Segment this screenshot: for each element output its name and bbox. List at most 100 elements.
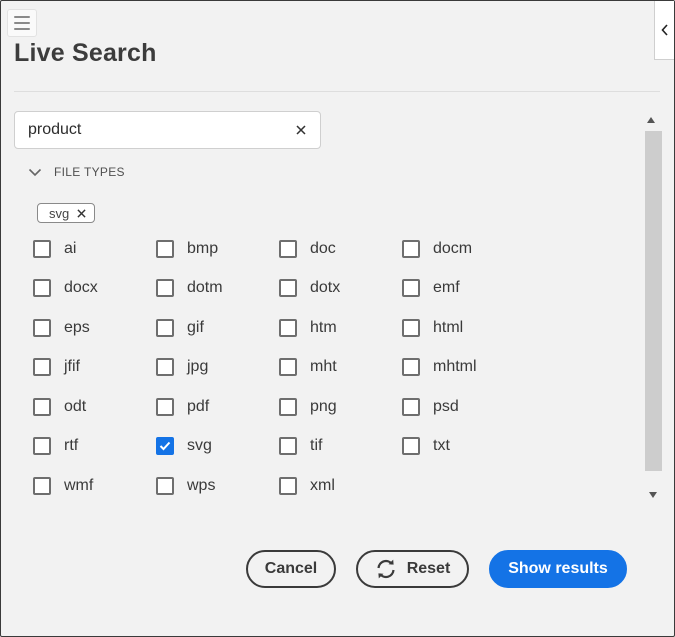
checkbox[interactable] [402,318,420,337]
file-type-option[interactable]: rtf [33,427,156,467]
show-results-button[interactable]: Show results [489,550,627,588]
page-title: Live Search [14,39,157,67]
file-type-label: odt [64,397,87,415]
scroll-down-arrow-icon[interactable] [649,492,657,498]
checkbox[interactable] [33,358,51,377]
file-type-label: jpg [187,358,209,376]
file-type-label: png [310,397,337,415]
file-type-grid: ai bmp doc docm docx dotm dotx emf eps gif htm html… [33,229,525,506]
checkbox[interactable] [33,476,51,495]
file-type-option[interactable]: svg [156,427,279,467]
reset-label: Reset [406,560,451,577]
file-type-option[interactable]: emf [402,269,525,309]
file-type-label: docx [64,279,98,297]
file-type-label: gif [187,318,204,336]
file-type-label: emf [433,279,460,297]
file-type-label: html [433,318,464,336]
file-type-label: svg [187,437,212,455]
chip-remove-icon[interactable] [77,208,86,218]
file-type-label: dotx [310,279,341,297]
file-type-option[interactable]: odt [33,387,156,427]
file-type-option[interactable]: psd [402,387,525,427]
checkbox[interactable] [279,397,297,416]
cancel-button[interactable]: Cancel [246,550,336,588]
file-type-option[interactable]: pdf [156,387,279,427]
file-type-option[interactable]: txt [402,427,525,467]
file-type-option[interactable]: wps [156,466,279,506]
selected-filter-chip: svg [37,203,96,223]
file-types-label: FILE TYPES [54,165,125,179]
checkbox[interactable] [156,318,174,337]
checkbox[interactable] [156,279,174,298]
file-type-label: eps [64,318,90,336]
checkbox[interactable] [279,239,297,258]
file-type-option[interactable]: png [279,387,402,427]
chip-label: svg [49,205,70,221]
reset-button[interactable]: Reset [356,550,469,588]
search-input[interactable] [28,112,288,148]
collapse-panel-button[interactable] [654,1,674,60]
file-type-option[interactable]: doc [279,229,402,269]
close-icon [296,125,306,135]
file-type-option[interactable]: jfif [33,348,156,388]
file-type-label: pdf [187,397,210,415]
search-field[interactable] [14,111,321,149]
checkbox[interactable] [402,279,420,298]
checkbox[interactable] [402,239,420,258]
live-search-panel: Live Search FILE TYPES svg ai bmp doc docm d… [0,0,675,637]
file-type-option[interactable]: dotm [156,269,279,309]
file-type-option[interactable]: bmp [156,229,279,269]
file-type-label: doc [310,239,336,257]
checkbox[interactable] [156,239,174,258]
file-type-label: mhtml [433,358,477,376]
file-type-option[interactable]: mht [279,348,402,388]
file-type-option[interactable]: dotx [279,269,402,309]
checkbox[interactable] [156,476,174,495]
file-type-option[interactable]: ai [33,229,156,269]
checkbox[interactable] [402,437,420,456]
file-types-toggle[interactable]: FILE TYPES [28,165,125,179]
file-type-label: jfif [64,358,80,376]
checkmark-icon [159,442,171,451]
file-type-label: psd [433,397,459,415]
file-type-label: wps [187,476,216,494]
file-type-option[interactable]: tif [279,427,402,467]
search-clear-button[interactable] [292,121,310,139]
checkbox[interactable] [402,397,420,416]
checkbox[interactable] [279,279,297,298]
checkbox[interactable] [402,358,420,377]
file-type-option[interactable]: htm [279,308,402,348]
scroll-up-arrow-icon[interactable] [647,117,655,123]
file-type-label: htm [310,318,337,336]
file-type-option[interactable]: wmf [33,466,156,506]
file-type-label: wmf [64,476,94,494]
checkbox[interactable] [279,476,297,495]
checkbox[interactable] [156,437,174,456]
checkbox[interactable] [33,437,51,456]
chevron-down-icon [28,168,42,176]
file-type-option[interactable]: docm [402,229,525,269]
checkbox[interactable] [279,437,297,456]
checkbox[interactable] [33,318,51,337]
file-type-option[interactable]: docx [33,269,156,309]
file-type-option[interactable]: xml [279,466,402,506]
checkbox[interactable] [156,397,174,416]
file-type-label: docm [433,239,473,257]
scrollbar-thumb[interactable] [645,131,662,471]
checkbox[interactable] [33,239,51,258]
checkbox[interactable] [279,318,297,337]
checkbox[interactable] [156,358,174,377]
hamburger-menu-icon[interactable] [7,9,37,37]
file-type-option[interactable]: html [402,308,525,348]
file-type-option[interactable]: jpg [156,348,279,388]
file-type-label: bmp [187,239,219,257]
checkbox[interactable] [279,358,297,377]
file-type-option[interactable]: eps [33,308,156,348]
file-type-label: ai [64,239,77,257]
file-type-label: mht [310,358,337,376]
checkbox[interactable] [33,279,51,298]
file-type-option[interactable]: mhtml [402,348,525,388]
file-type-label: dotm [187,279,223,297]
file-type-option[interactable]: gif [156,308,279,348]
checkbox[interactable] [33,397,51,416]
